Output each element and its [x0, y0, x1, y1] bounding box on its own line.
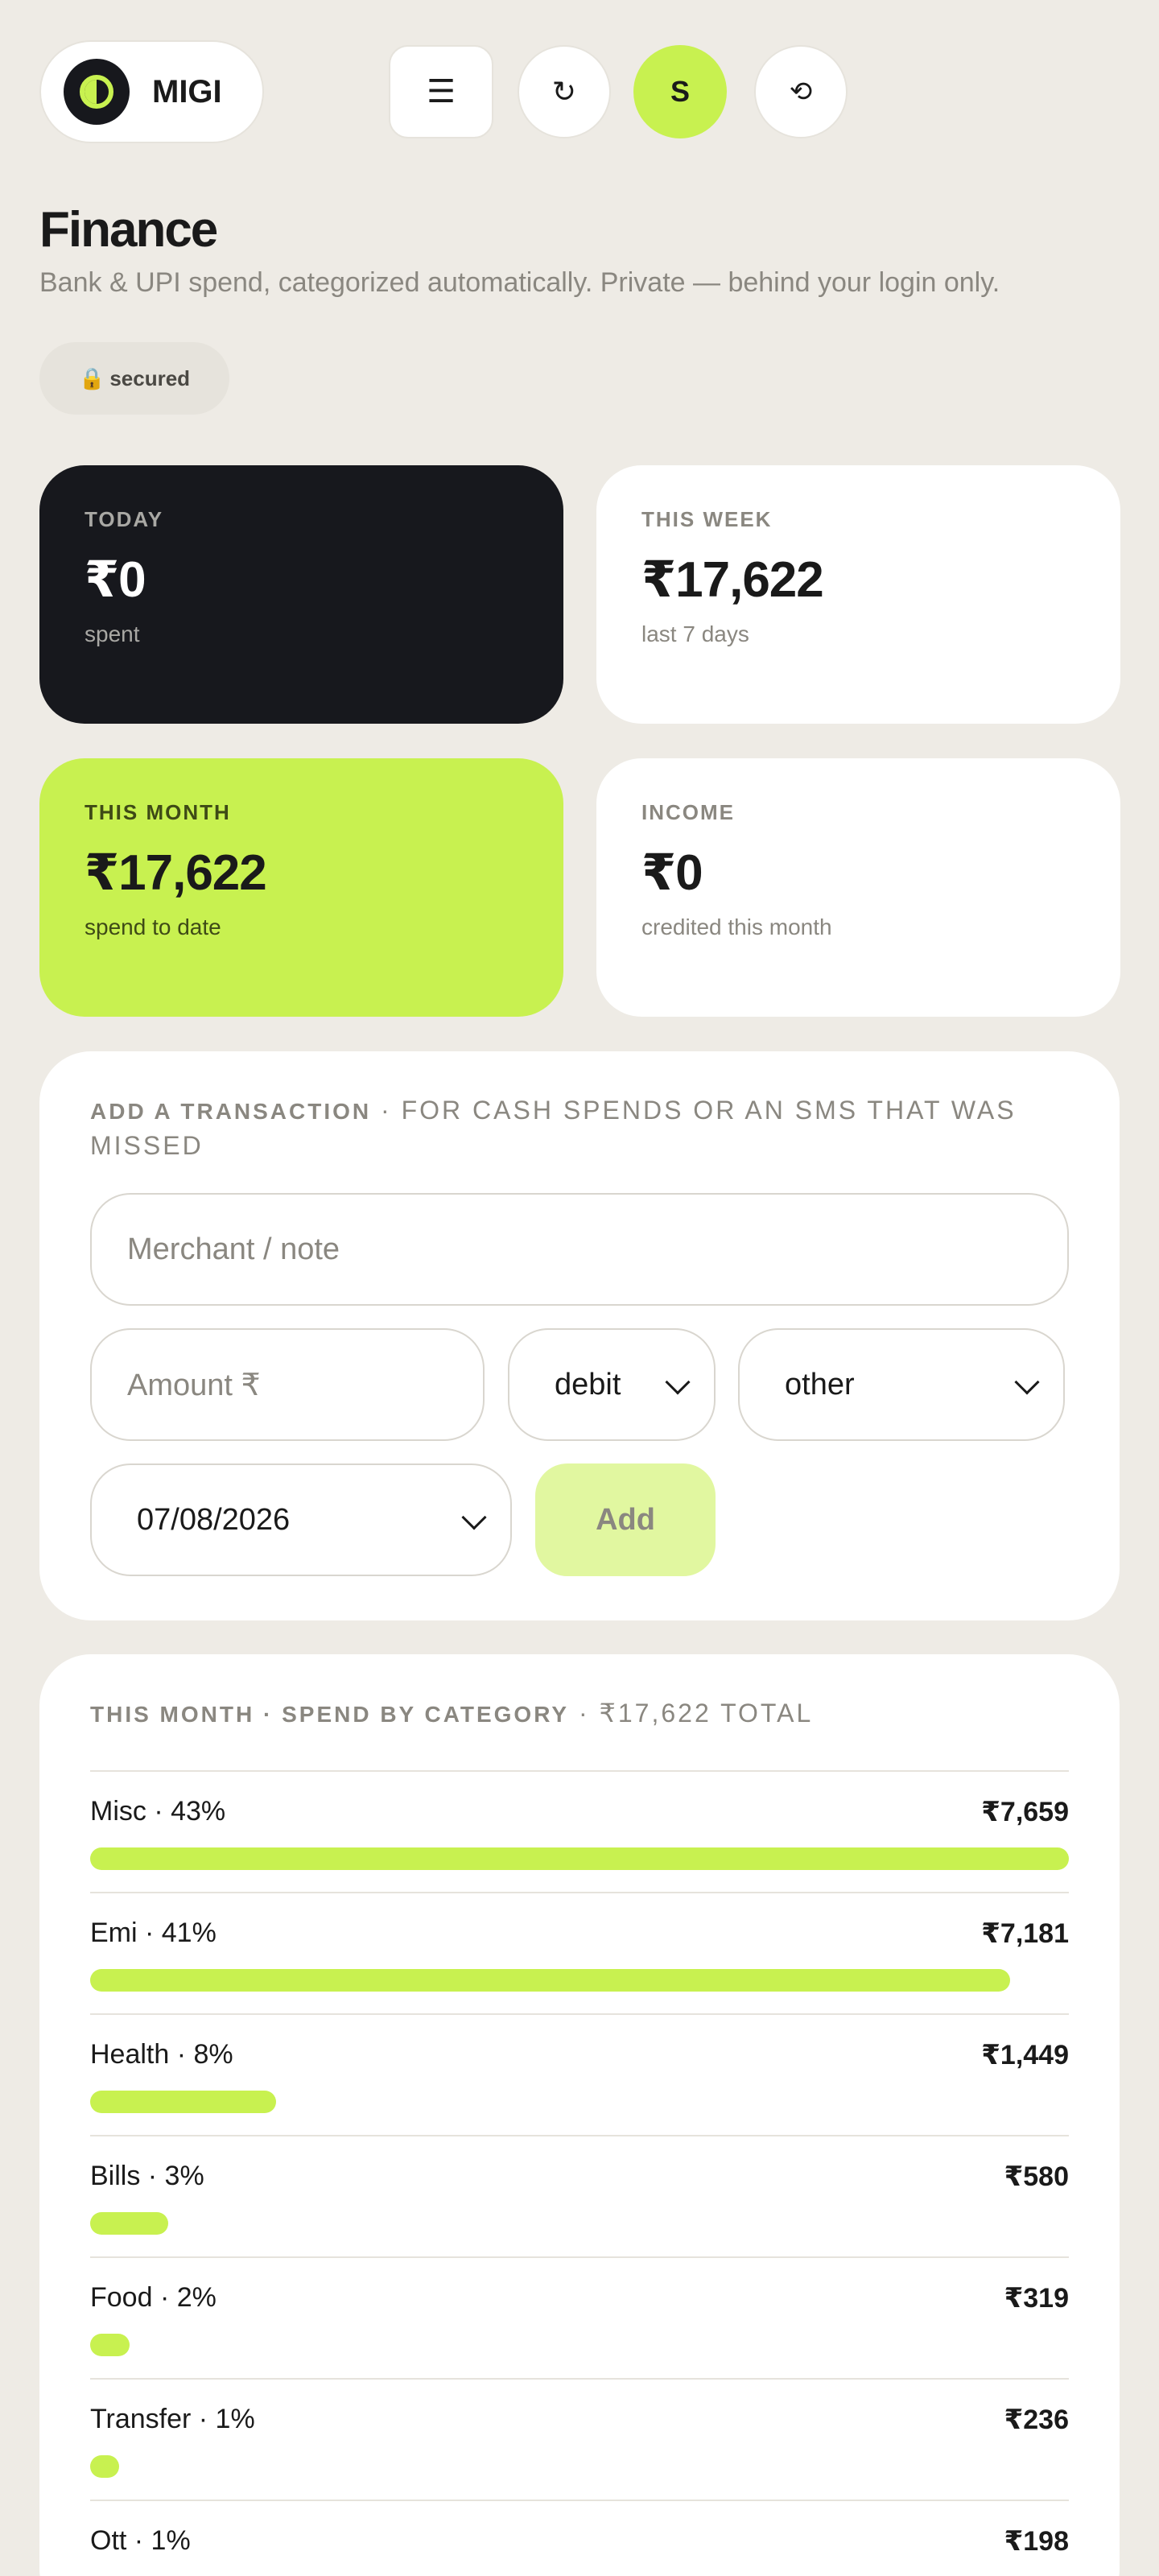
category-amount: ₹319	[1004, 2283, 1069, 2314]
logo-icon	[64, 59, 130, 125]
category-bar	[90, 2455, 119, 2478]
stat-card-month: THIS MONTH ₹17,622 spend to date	[39, 758, 563, 1017]
stat-card-income: INCOME ₹0 credited this month	[596, 758, 1120, 1017]
finance-page: MIGI ☰ ↻ S ⟲ Finance Bank & UPI spend, c…	[0, 0, 1159, 2576]
spend-by-category-panel: THIS MONTH · SPEND BY CATEGORY · ₹17,622…	[39, 1654, 1120, 2576]
page-title: Finance	[39, 202, 218, 258]
category-row: Health · 8% ₹1,449	[90, 2013, 1069, 2135]
avatar-initial: S	[670, 75, 690, 108]
menu-icon: ☰	[427, 74, 456, 109]
category-heading: THIS MONTH · SPEND BY CATEGORY · ₹17,622…	[90, 1696, 1069, 1732]
chevron-down-icon	[461, 1505, 487, 1530]
stat-value: ₹0	[641, 845, 703, 901]
category-value: other	[785, 1367, 855, 1402]
add-transaction-title: ADD A TRANSACTION	[90, 1099, 372, 1124]
stat-card-week: THIS WEEK ₹17,622 last 7 days	[596, 465, 1120, 724]
add-transaction-button[interactable]: Add	[535, 1463, 716, 1576]
stat-value: ₹17,622	[85, 845, 267, 901]
category-amount: ₹1,449	[981, 2040, 1069, 2070]
category-amount: ₹7,659	[981, 1797, 1069, 1827]
add-transaction-heading: ADD A TRANSACTION · FOR CASH SPENDS OR A…	[90, 1093, 1069, 1162]
stat-value: ₹0	[85, 552, 146, 608]
logo-text: MIGI	[152, 73, 222, 109]
logo-home-button[interactable]: MIGI	[39, 40, 264, 143]
stat-label: THIS MONTH	[85, 800, 231, 824]
category-bar	[90, 1847, 1069, 1870]
type-value: debit	[555, 1367, 621, 1402]
stat-label: TODAY	[85, 507, 164, 531]
chevron-down-icon	[1014, 1369, 1040, 1395]
category-amount: ₹198	[1004, 2526, 1069, 2557]
category-row: Emi · 41% ₹7,181	[90, 1892, 1069, 2013]
category-total: · ₹17,622 TOTAL	[569, 1699, 814, 1728]
category-title: THIS MONTH · SPEND BY CATEGORY	[90, 1702, 570, 1727]
category-row: Ott · 1% ₹198	[90, 2500, 1069, 2576]
category-label: Misc · 43%	[90, 1796, 226, 1827]
stat-sub: spend to date	[85, 914, 221, 939]
category-amount: ₹7,181	[981, 1918, 1069, 1949]
stat-sub: spent	[85, 621, 140, 646]
type-select[interactable]: debit	[508, 1328, 716, 1441]
category-bar	[90, 2212, 168, 2235]
amount-input[interactable]: Amount ₹	[90, 1328, 485, 1441]
avatar-button[interactable]: S	[633, 45, 727, 138]
amount-placeholder: Amount ₹	[127, 1368, 261, 1402]
category-list: Misc · 43% ₹7,659 Emi · 41% ₹7,181 Health · …	[90, 1770, 1069, 2576]
refresh-icon: ↻	[551, 75, 577, 108]
history-icon: ⟲	[789, 76, 813, 107]
category-row: Transfer · 1% ₹236	[90, 2378, 1069, 2500]
chevron-down-icon	[665, 1369, 691, 1395]
history-button[interactable]: ⟲	[754, 45, 848, 138]
category-bar	[90, 2091, 276, 2113]
category-label: Ott · 1%	[90, 2525, 191, 2556]
merchant-placeholder: Merchant / note	[127, 1232, 340, 1266]
refresh-button[interactable]: ↻	[518, 45, 611, 138]
category-label: Emi · 41%	[90, 1918, 217, 1948]
category-amount: ₹580	[1004, 2161, 1069, 2192]
date-select[interactable]: 07/08/2026	[90, 1463, 512, 1576]
menu-button[interactable]: ☰	[389, 45, 493, 138]
add-transaction-panel: ADD A TRANSACTION · FOR CASH SPENDS OR A…	[39, 1051, 1120, 1620]
category-label: Bills · 3%	[90, 2161, 204, 2191]
category-row: Misc · 43% ₹7,659	[90, 1770, 1069, 1892]
category-row: Bills · 3% ₹580	[90, 2135, 1069, 2256]
page-subtitle: Bank & UPI spend, categorized automatica…	[39, 267, 1000, 298]
merchant-input[interactable]: Merchant / note	[90, 1193, 1069, 1306]
date-value: 07/08/2026	[137, 1502, 291, 1537]
category-bar	[90, 1969, 1010, 1992]
stat-card-today: TODAY ₹0 spent	[39, 465, 563, 724]
category-label: Food · 2%	[90, 2282, 217, 2313]
category-row: Food · 2% ₹319	[90, 2256, 1069, 2378]
stat-value: ₹17,622	[641, 552, 824, 608]
category-label: Transfer · 1%	[90, 2404, 255, 2434]
category-select[interactable]: other	[738, 1328, 1065, 1441]
category-bar	[90, 2334, 130, 2356]
category-label: Health · 8%	[90, 2039, 233, 2070]
secured-badge: 🔒 secured	[39, 342, 229, 415]
stat-sub: last 7 days	[641, 621, 749, 646]
stat-sub: credited this month	[641, 914, 832, 939]
badge-label: secured	[109, 365, 191, 390]
category-amount: ₹236	[1004, 2405, 1069, 2435]
top-bar: MIGI ☰ ↻ S ⟲	[39, 40, 1120, 145]
lock-icon: 🔒	[78, 365, 105, 390]
stat-label: THIS WEEK	[641, 507, 773, 531]
stat-label: INCOME	[641, 800, 735, 824]
